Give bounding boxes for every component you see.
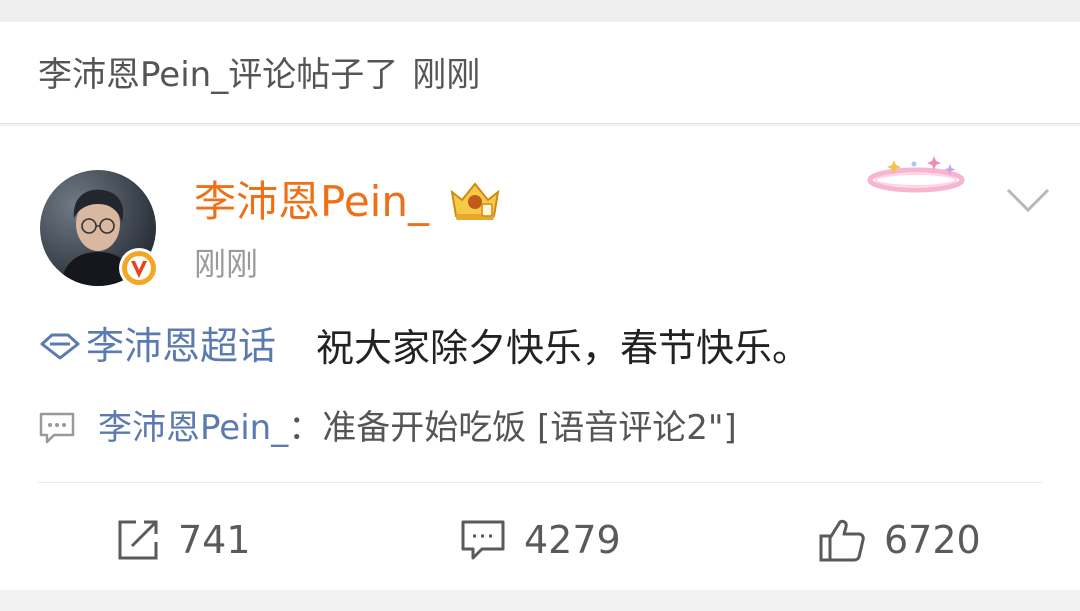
chevron-down-icon[interactable] (1000, 182, 1056, 218)
topic-link[interactable]: 李沛恩超话 (38, 320, 276, 372)
activity-message: 李沛恩Pein_评论帖子了 (38, 55, 399, 95)
halo-decoration-icon (867, 156, 965, 193)
comment-bubble-icon (39, 412, 75, 444)
comment-button[interactable]: 4279 (460, 514, 621, 566)
top-strip (0, 0, 1080, 22)
activity-time: 刚刚 (412, 55, 481, 95)
repost-count: 741 (178, 518, 251, 562)
divider (38, 482, 1042, 483)
post-text: 祝大家除夕快乐，春节快乐。 (316, 326, 811, 370)
thumbs-up-icon (819, 519, 865, 562)
comment-text: 准备开始吃饭 [语音评论2"] (322, 408, 737, 448)
comment-preview[interactable]: 李沛恩Pein_：准备开始吃饭 [语音评论2"] (38, 404, 737, 452)
diamond-topic-icon (40, 333, 80, 360)
post-card[interactable]: 李沛恩Pein_ 刚刚 李沛恩超话 祝大家除夕快乐，春节快乐。 李沛恩Pein_… (0, 126, 1080, 590)
verified-v-badge-icon (119, 248, 159, 288)
username[interactable]: 李沛恩Pein_ (194, 174, 429, 230)
like-button[interactable]: 6720 (818, 514, 981, 566)
bottom-strip (0, 590, 1080, 611)
comment-user[interactable]: 李沛恩Pein_ (98, 404, 288, 452)
activity-bar[interactable]: 李沛恩Pein_评论帖子了 刚刚 (0, 22, 1080, 124)
comment-separator: ： (288, 408, 323, 448)
repost-button[interactable]: 741 (116, 514, 251, 566)
comment-icon (461, 520, 505, 560)
screen: 李沛恩Pein_评论帖子了 刚刚 李沛恩Pein_ 刚刚 李沛恩超话 祝大家除夕… (0, 0, 1080, 611)
crown-member-badge-icon[interactable] (446, 178, 504, 224)
topic-label: 李沛恩超话 (86, 324, 277, 368)
like-count: 6720 (884, 518, 981, 562)
post-time: 刚刚 (194, 245, 259, 283)
comment-count: 4279 (524, 518, 621, 562)
post-content: 李沛恩超话 祝大家除夕快乐，春节快乐。 (38, 320, 810, 372)
share-icon (118, 520, 158, 560)
activity-text: 李沛恩Pein_评论帖子了 刚刚 (38, 52, 480, 98)
